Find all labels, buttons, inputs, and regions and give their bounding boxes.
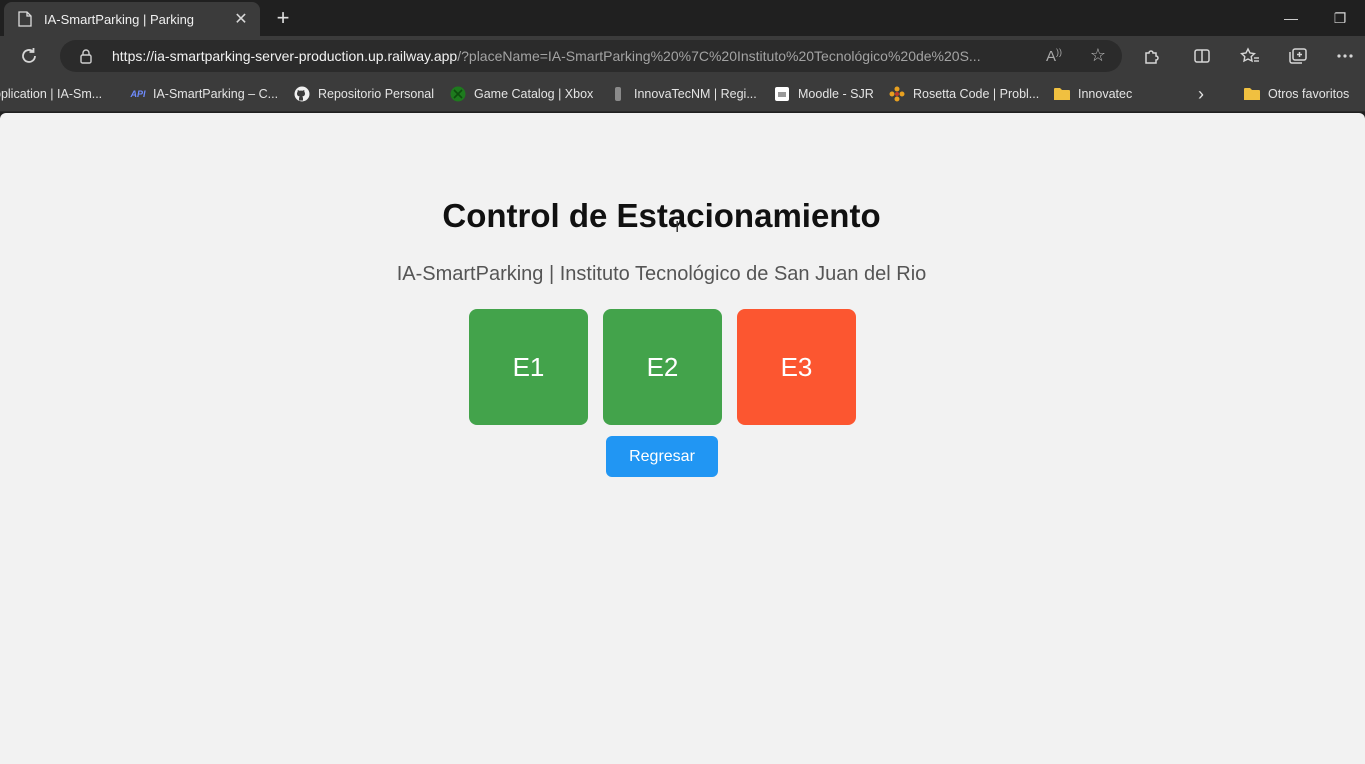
bookmark-github[interactable]: Repositorio Personal [294,85,434,103]
collections-icon[interactable] [1286,44,1310,68]
tab-strip: IA-SmartParking | Parking ✕ + — ❐ [0,0,1365,36]
extensions-icon[interactable] [1140,44,1164,68]
tab-close-icon[interactable]: ✕ [232,9,250,29]
bookmarks-more-chevron-icon[interactable]: › [1198,84,1204,104]
minimize-button[interactable]: — [1276,6,1306,30]
bookmark-moodle[interactable]: Moodle - SJR [774,85,874,103]
restore-button[interactable]: ❐ [1325,6,1355,30]
bookmark-label: Rosetta Code | Probl... [913,87,1040,101]
more-menu-icon[interactable] [1333,44,1357,68]
xbox-icon [450,86,466,102]
new-tab-button[interactable]: + [270,5,296,31]
rosetta-icon [889,86,905,102]
text-cursor-icon: I [675,219,680,236]
lock-icon[interactable] [78,48,94,64]
api-icon: API [130,89,146,99]
bookmark-rosetta-code[interactable]: Rosetta Code | Probl... [889,85,1039,103]
page-subtitle: IA-SmartParking | Instituto Tecnológico … [396,263,927,285]
read-aloud-icon[interactable]: A)) [1046,47,1062,65]
bookmark-label: Moodle - SJR [798,87,874,101]
url-path: /?placeName=IA-SmartParking%20%7C%20Inst… [457,48,981,64]
bookmark-label: Otros favoritos [1268,87,1350,101]
bookmark-xbox[interactable]: Game Catalog | Xbox [450,85,593,103]
bookmarks-bar: pplication | IA-Sm... API IA-SmartParkin… [0,76,1365,112]
parking-slots: E1 E2 E3 [469,309,856,425]
folder-icon [1244,86,1260,102]
url-text[interactable]: https://ia-smartparking-server-productio… [112,48,1022,64]
browser-toolbar: https://ia-smartparking-server-productio… [0,36,1365,76]
parking-slot-e3[interactable]: E3 [737,309,856,425]
parking-slot-e1[interactable]: E1 [469,309,588,425]
moodle-icon [774,86,790,102]
bookmark-label: Innovatec [1078,87,1133,101]
address-bar[interactable]: https://ia-smartparking-server-productio… [60,40,1122,72]
page-title: Control de Estacionamiento [442,197,881,234]
tab-ia-smartparking[interactable]: IA-SmartParking | Parking ✕ [4,2,260,36]
tab-title: IA-SmartParking | Parking [44,11,195,27]
folder-icon [1054,86,1070,102]
bookmark-other-favorites[interactable]: Otros favoritos [1244,85,1349,103]
bookmark-label: InnovaTecNM | Regi... [634,87,757,101]
bookmark-innovatec-folder[interactable]: Innovatec [1054,85,1132,103]
page-viewport: Control de Estacionamiento I IA-SmartPar… [0,113,1365,764]
innova-icon [610,86,626,102]
bookmark-api[interactable]: API IA-SmartParking – C... [129,85,278,103]
back-button[interactable]: Regresar [606,436,718,477]
bookmark-label: pplication | IA-Sm... [0,87,103,101]
url-host: https://ia-smartparking-server-productio… [112,48,458,64]
bookmark-label: Game Catalog | Xbox [474,87,594,101]
parking-slot-e2[interactable]: E2 [603,309,722,425]
add-favorite-star-icon[interactable]: ☆ [1090,45,1106,66]
bookmark-innovatecnm[interactable]: InnovaTecNM | Regi... [610,85,757,103]
bookmark-label: IA-SmartParking – C... [153,87,279,101]
page-icon [18,11,32,27]
bookmark-label: Repositorio Personal [318,87,435,101]
favorites-icon[interactable] [1238,44,1262,68]
bookmark-application[interactable]: pplication | IA-Sm... [0,85,102,103]
refresh-icon[interactable] [17,44,41,68]
split-screen-icon[interactable] [1190,44,1214,68]
github-icon [294,86,310,102]
